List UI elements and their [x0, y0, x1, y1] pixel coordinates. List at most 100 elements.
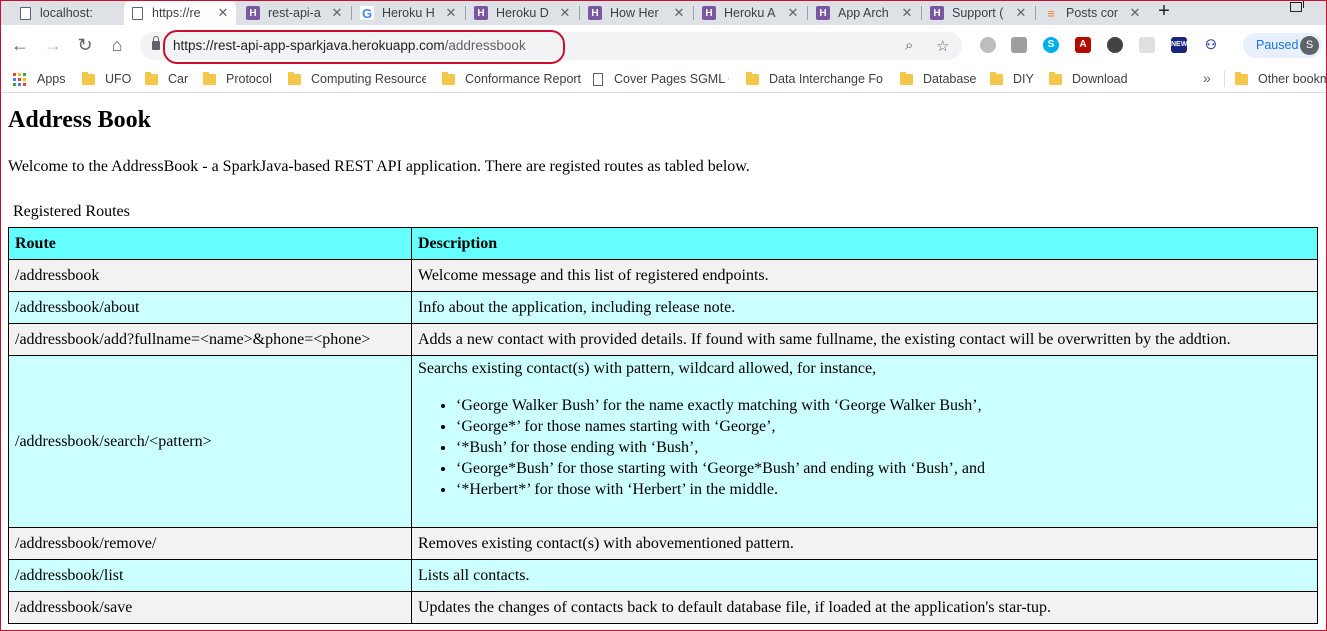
- tab-heroku-d[interactable]: H Heroku D ✕: [468, 1, 578, 25]
- google-icon: G: [360, 5, 374, 21]
- folder-icon: [442, 71, 455, 85]
- bookmarks-bar: Apps UFO Car Protocol Computing Resource…: [0, 65, 1327, 93]
- tab-rest-api[interactable]: H rest-api-a ✕: [240, 1, 350, 25]
- tab-title: Heroku A: [724, 6, 776, 20]
- bookmark-label: Apps: [37, 72, 66, 86]
- table-row: /addressbook Welcome message and this li…: [8, 259, 1318, 292]
- route-cell: /addressbook/save: [8, 591, 412, 624]
- bookmark-label: DIY: [1013, 72, 1034, 86]
- home-icon[interactable]: ⌂: [105, 33, 129, 57]
- bookmark-ufo[interactable]: UFO: [82, 70, 132, 88]
- tab-support[interactable]: H Support ( ✕: [924, 1, 1034, 25]
- description-cell: Removes existing contact(s) with aboveme…: [411, 527, 1318, 560]
- folder-icon: [746, 71, 759, 85]
- bookmark-label: Computing Resources: [311, 72, 426, 86]
- route-cell: /addressbook/add?fullname=<name>&phone=<…: [8, 323, 412, 356]
- skype-extension-icon[interactable]: S: [1043, 37, 1059, 53]
- tab-active-addressbook[interactable]: https://re ✕: [124, 1, 236, 25]
- bookmark-diy[interactable]: DIY: [990, 70, 1038, 88]
- tab-strip: localhost: https://re ✕ H rest-api-a ✕ G…: [0, 0, 1327, 25]
- tab-title: localhost:: [40, 6, 93, 20]
- welcome-text: Welcome to the AddressBook - a SparkJava…: [8, 158, 750, 175]
- folder-icon: [288, 71, 301, 85]
- list-item: ‘*Herbert*’ for those with ‘Herbert’ in …: [456, 479, 1311, 500]
- routes-table: Route Description /addressbook Welcome m…: [8, 227, 1318, 624]
- description-cell: Searchs existing contact(s) with pattern…: [411, 355, 1318, 528]
- bookmark-download[interactable]: Download: [1049, 70, 1131, 88]
- column-header-description: Description: [411, 227, 1318, 260]
- tab-heroku-a[interactable]: H Heroku A ✕: [696, 1, 806, 25]
- bookmark-label: Other bookmarks: [1258, 72, 1327, 86]
- heroku-icon: H: [588, 6, 602, 20]
- folder-icon: [145, 71, 158, 85]
- heroku-icon: H: [702, 6, 716, 20]
- tab-how-heroku[interactable]: H How Her ✕: [582, 1, 692, 25]
- page-icon: [593, 72, 603, 86]
- tab-posts[interactable]: ≡ Posts cor ✕: [1038, 1, 1148, 25]
- list-item: ‘*Bush’ for those ending with ‘Bush’,: [456, 437, 1311, 458]
- column-header-route: Route: [8, 227, 412, 260]
- table-row: /addressbook/search/<pattern> Searchs ex…: [8, 355, 1318, 528]
- close-tab-icon[interactable]: ✕: [1014, 5, 1028, 21]
- puzzle-extension-icon[interactable]: [1139, 37, 1155, 53]
- bookmark-protocol[interactable]: Protocol: [203, 70, 278, 88]
- reload-icon[interactable]: ↻: [73, 33, 97, 57]
- profile-paused-button[interactable]: Paused S: [1243, 33, 1322, 58]
- bookmark-car[interactable]: Car: [145, 70, 195, 88]
- bookmark-data-interchange[interactable]: Data Interchange For: [746, 70, 883, 88]
- tab-heroku-help[interactable]: G Heroku H ✕: [354, 1, 464, 25]
- bookmark-other-bookmarks[interactable]: Other bookmarks: [1235, 70, 1327, 88]
- close-tab-icon[interactable]: ✕: [216, 5, 230, 21]
- tab-divider: [579, 6, 580, 20]
- timer-extension-icon[interactable]: [1107, 37, 1123, 53]
- tab-divider: [921, 6, 922, 20]
- back-icon[interactable]: ←: [8, 33, 32, 57]
- lock-icon: [152, 36, 160, 50]
- new-tab-button[interactable]: +: [1151, 0, 1177, 24]
- bookmark-apps[interactable]: Apps: [13, 70, 75, 88]
- folder-icon: [1049, 71, 1062, 85]
- apps-grid-icon: [13, 72, 26, 86]
- close-tab-icon[interactable]: ✕: [1128, 5, 1142, 21]
- folder-icon: [1235, 71, 1248, 85]
- bookmark-cover-pages[interactable]: Cover Pages SGML G: [593, 70, 729, 88]
- url-highlight-annotation: [163, 30, 565, 64]
- tab-title: How Her: [610, 6, 659, 20]
- tab-app-arch[interactable]: H App Arch ✕: [810, 1, 920, 25]
- page-content: Address Book Welcome to the AddressBook …: [0, 94, 1327, 631]
- new-extension-icon[interactable]: NEW: [1171, 37, 1187, 53]
- bookmarks-overflow-button[interactable]: »: [1203, 70, 1211, 86]
- description-cell: Adds a new contact with provided details…: [411, 323, 1318, 356]
- bookmark-database[interactable]: Database: [900, 70, 980, 88]
- restore-window-icon[interactable]: [1290, 0, 1304, 12]
- bookmark-label: Car: [168, 72, 189, 86]
- close-tab-icon[interactable]: ✕: [672, 5, 686, 21]
- bookmark-computing-resources[interactable]: Computing Resources: [288, 70, 426, 88]
- route-cell: /addressbook/remove/: [8, 527, 412, 560]
- close-tab-icon[interactable]: ✕: [330, 5, 344, 21]
- list-item: ‘George Walker Bush’ for the name exactl…: [456, 395, 1311, 416]
- close-tab-icon[interactable]: ✕: [786, 5, 800, 21]
- table-row: /addressbook/add?fullname=<name>&phone=<…: [8, 323, 1318, 356]
- close-tab-icon[interactable]: ✕: [444, 5, 458, 21]
- close-tab-icon[interactable]: ✕: [900, 5, 914, 21]
- heroku-icon: H: [474, 6, 488, 20]
- network-extension-icon[interactable]: ⚇: [1203, 37, 1219, 53]
- route-cell: /addressbook/list: [8, 559, 412, 592]
- table-row: /addressbook/save Updates the changes of…: [8, 591, 1318, 624]
- tab-title: Heroku D: [496, 6, 549, 20]
- bookmark-conformance-report[interactable]: Conformance Report: [442, 70, 582, 88]
- bookmark-label: Conformance Report: [465, 72, 582, 86]
- pdf-extension-icon[interactable]: A: [1075, 37, 1091, 53]
- zoom-icon[interactable]: ⌕: [905, 37, 913, 54]
- close-tab-icon[interactable]: ✕: [558, 5, 572, 21]
- tab-localhost[interactable]: localhost:: [12, 1, 122, 25]
- table-header-row: Route Description: [8, 227, 1318, 260]
- forward-icon[interactable]: →: [41, 33, 65, 57]
- folder-icon: [990, 71, 1003, 85]
- bookmark-star-icon[interactable]: ☆: [936, 37, 949, 55]
- stackoverflow-icon: ≡: [1047, 5, 1055, 21]
- drive-extension-icon[interactable]: [1011, 37, 1027, 53]
- tab-title: Posts cor: [1066, 6, 1119, 20]
- extension-icon[interactable]: [980, 37, 996, 53]
